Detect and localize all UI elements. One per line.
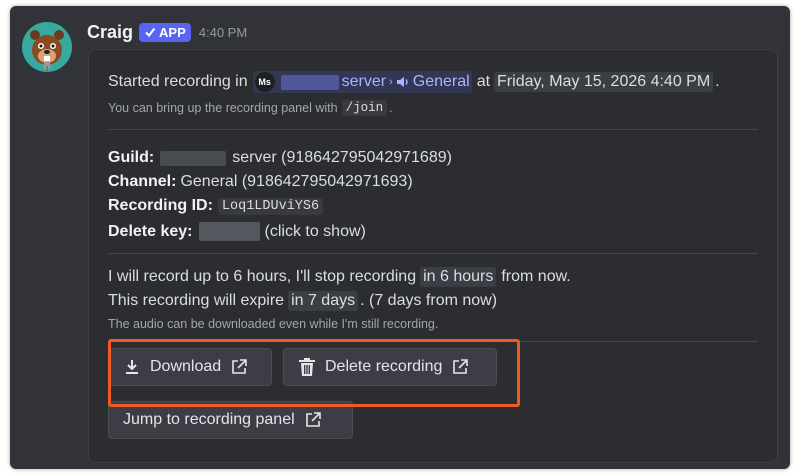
message-window: Craig APP 4:40 PM Started recording in M…: [10, 6, 790, 469]
external-link-icon: [305, 412, 321, 427]
expire-time[interactable]: in 7 days: [288, 291, 359, 311]
expire-line: This recording will expire in 7 days . (…: [108, 291, 497, 311]
server-icon: Ms: [254, 72, 275, 92]
server-name: server: [341, 73, 387, 90]
download-note: The audio can be downloaded even while I…: [108, 317, 439, 331]
chevron-right-icon: ›: [389, 76, 393, 88]
channel-label: Channel:: [108, 173, 177, 190]
redacted-server-name: [280, 74, 339, 90]
limit-text: I will record up to 6 hours, I'll stop r…: [108, 268, 417, 285]
panel-hint-text: You can bring up the recording panel wit…: [108, 101, 338, 115]
message-timestamp[interactable]: 4:40 PM: [199, 25, 247, 40]
limit-line: I will record up to 6 hours, I'll stop r…: [108, 267, 571, 287]
at-text: at: [476, 73, 491, 90]
expire-suffix: . (7 days from now): [360, 292, 498, 309]
beaver-icon: [30, 30, 64, 72]
app-badge-label: APP: [159, 24, 186, 40]
delete-key-hint: (click to show): [264, 222, 366, 240]
server-channel-mention[interactable]: Ms server › General: [252, 71, 472, 93]
period: .: [715, 73, 720, 90]
channel-line: Channel: General (918642795042971693): [108, 173, 413, 191]
recording-id-line: Recording ID: Loq1LDUviYS6: [108, 197, 325, 215]
panel-hint: You can bring up the recording panel wit…: [108, 100, 393, 116]
guild-label: Guild:: [108, 149, 155, 166]
started-prefix: Started recording in: [108, 73, 248, 90]
checkmark-icon: [145, 27, 156, 38]
bot-avatar[interactable]: [22, 22, 72, 72]
separator: [108, 253, 758, 254]
limit-time[interactable]: in 6 hours: [420, 267, 497, 287]
highlight-box: [108, 339, 520, 407]
recording-id-label: Recording ID:: [108, 197, 213, 214]
channel-value: General (918642795042971693): [180, 173, 413, 190]
limit-suffix: from now.: [501, 268, 571, 285]
started-line: Started recording in Ms server › General…: [108, 71, 720, 93]
expire-text: This recording will expire: [108, 292, 285, 309]
guild-line: Guild: server (918642795042971689): [108, 149, 452, 167]
recording-date[interactable]: Friday, May 15, 2026 4:40 PM: [494, 72, 714, 92]
delete-key-spoiler[interactable]: [198, 222, 260, 241]
guild-value: server (918642795042971689): [232, 149, 452, 166]
delete-key-line: Delete key: (click to show): [108, 222, 366, 241]
author-name[interactable]: Craig: [87, 22, 133, 43]
recording-id: Loq1LDUviYS6: [217, 197, 324, 215]
separator: [108, 129, 758, 130]
join-command: /join: [341, 100, 388, 116]
delete-key-label: Delete key:: [108, 222, 193, 240]
message-header: Craig APP 4:40 PM: [87, 19, 247, 45]
speaker-icon: [396, 77, 408, 87]
redacted-guild-name: [160, 150, 227, 166]
app-badge: APP: [139, 22, 191, 42]
panel-hint-period: .: [389, 101, 393, 115]
channel-name: General: [412, 73, 470, 90]
jump-to-panel-label: Jump to recording panel: [123, 411, 295, 428]
